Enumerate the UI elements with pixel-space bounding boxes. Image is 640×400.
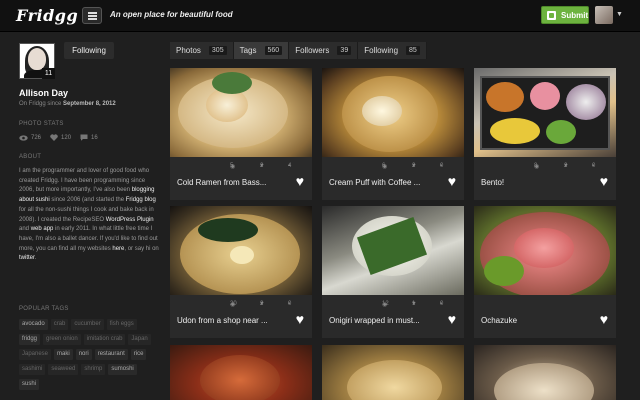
food-photo[interactable]	[170, 68, 312, 157]
tab-photos[interactable]: Photos 305	[170, 42, 234, 59]
food-photo[interactable]	[474, 345, 616, 400]
popular-tags: avocado crab cucumber fish eggs fridgg green …	[19, 319, 159, 390]
following-button[interactable]: Following	[64, 42, 114, 59]
chevron-down-icon[interactable]: ▼	[616, 11, 623, 18]
photo-caption[interactable]: Cold Ramen from Bass...	[177, 178, 266, 187]
tag-link[interactable]: seaweed	[48, 364, 79, 375]
photo-card[interactable]	[170, 345, 312, 400]
food-photo[interactable]	[322, 206, 464, 295]
menu-button[interactable]	[82, 7, 102, 24]
profile-tabs: Photos 305 Tags 560 Followers 39 Following 8…	[170, 42, 427, 59]
link-fridgg-blog[interactable]: Fridgg blog	[126, 197, 156, 203]
photo-meta: ◉ 8 ♥ 2 ▪ 0	[534, 163, 596, 170]
food-photo[interactable]	[170, 345, 312, 400]
photo-caption[interactable]: Ochazuke	[481, 316, 517, 325]
about-text: I am the programmer and lover of good fo…	[19, 168, 159, 262]
tag-link[interactable]: sashimi	[19, 364, 46, 375]
photo-caption[interactable]: Cream Puff with Coffee ...	[329, 178, 420, 187]
photo-meta: ◉ 5 ♥ 2 ▪ 4	[230, 163, 292, 170]
photo-stats-label: PHOTO STATS	[19, 121, 64, 127]
tag-link[interactable]: imitation crab	[83, 334, 126, 345]
photo-meta	[474, 295, 616, 308]
tag-link[interactable]: rice	[130, 349, 147, 360]
tag-link[interactable]: green onion	[43, 334, 81, 345]
tag-link[interactable]: maki	[54, 349, 73, 360]
photo-caption[interactable]: Udon from a shop near ...	[177, 316, 268, 325]
photo-card[interactable]: ◉ 20 ♥ 2 ▪ 0 Udon from a shop near ... ♥	[170, 206, 312, 338]
tag-link[interactable]: avocado	[19, 319, 48, 330]
photo-stats: 726 120 16	[19, 134, 98, 141]
food-photo[interactable]	[322, 68, 464, 157]
photo-card[interactable]: ◉ 6 ♥ 2 ▪ 0 Cream Puff with Coffee ... ♥	[322, 68, 464, 200]
tag-link[interactable]: fish eggs	[106, 319, 137, 330]
photo-meta: ◉ 20 ♥ 2 ▪ 0	[230, 301, 292, 308]
photo-caption[interactable]: Bento!	[481, 178, 504, 187]
like-heart-icon[interactable]: ♥	[296, 312, 304, 326]
tag-link[interactable]: restaurant	[94, 349, 128, 360]
logo[interactable]: Fridgg	[16, 6, 78, 25]
tag-link[interactable]: fridgg	[19, 334, 41, 345]
heart-icon	[50, 134, 58, 141]
photo-card[interactable]	[322, 345, 464, 400]
photo-card[interactable]: ◉ 5 ♥ 2 ▪ 4 Cold Ramen from Bass... ♥	[170, 68, 312, 200]
tab-tags[interactable]: Tags 560	[233, 42, 290, 59]
popular-tags-label: POPULAR TAGS	[19, 306, 69, 312]
photo-card[interactable]: Ochazuke ♥	[474, 206, 616, 338]
profile-name: Allison Day	[19, 88, 69, 98]
food-photo[interactable]	[322, 345, 464, 400]
top-bar: Fridgg An open place for beautiful food …	[0, 0, 640, 32]
tagline: An open place for beautiful food	[110, 10, 233, 19]
tab-followers[interactable]: Followers 39	[289, 42, 359, 59]
tag-link[interactable]: Japanese	[19, 349, 52, 360]
tag-link[interactable]: nori	[75, 349, 92, 360]
member-since: On Fridgg since September 8, 2012	[19, 101, 116, 107]
camera-icon	[547, 11, 556, 20]
photo-card[interactable]: ◉ 8 ♥ 2 ▪ 0 Bento! ♥	[474, 68, 616, 200]
link-here[interactable]: here	[112, 246, 124, 252]
photo-caption[interactable]: Onigiri wrapped in must...	[329, 316, 420, 325]
photo-card[interactable]: ◉ 12 ♥ 1 ▪ 0 Onigiri wrapped in must... ♥	[322, 206, 464, 338]
hamburger-icon	[88, 12, 97, 14]
tag-link[interactable]: crab	[50, 319, 69, 330]
comment-icon	[80, 134, 88, 141]
food-photo[interactable]	[474, 68, 616, 157]
like-heart-icon[interactable]: ♥	[600, 174, 608, 188]
like-heart-icon[interactable]: ♥	[600, 312, 608, 326]
tag-link[interactable]: shrimp	[81, 364, 106, 375]
food-photo[interactable]	[474, 206, 616, 295]
food-photo[interactable]	[170, 206, 312, 295]
link-twitter[interactable]: twitter	[19, 255, 35, 261]
link-wordpress-plugin[interactable]: WordPress Plugin	[106, 217, 154, 223]
photo-card[interactable]	[474, 345, 616, 400]
photo-count-badge: 11	[42, 68, 55, 79]
tag-link[interactable]: sushi	[19, 379, 40, 390]
photo-meta: ◉ 6 ♥ 2 ▪ 0	[382, 163, 444, 170]
submit-button[interactable]: Submit	[541, 6, 589, 24]
tab-following[interactable]: Following 85	[358, 42, 427, 59]
user-avatar[interactable]	[595, 6, 613, 24]
like-heart-icon[interactable]: ♥	[448, 312, 456, 326]
like-heart-icon[interactable]: ♥	[296, 174, 304, 188]
photo-meta: ◉ 12 ♥ 1 ▪ 0	[382, 301, 444, 308]
like-heart-icon[interactable]: ♥	[448, 174, 456, 188]
tag-link[interactable]: Japan	[128, 334, 151, 345]
tag-link[interactable]: sumoshi	[108, 364, 137, 375]
about-label: ABOUT	[19, 154, 42, 160]
eye-icon	[19, 134, 28, 141]
link-web-app[interactable]: web app	[31, 226, 54, 232]
tag-link[interactable]: cucumber	[71, 319, 104, 330]
